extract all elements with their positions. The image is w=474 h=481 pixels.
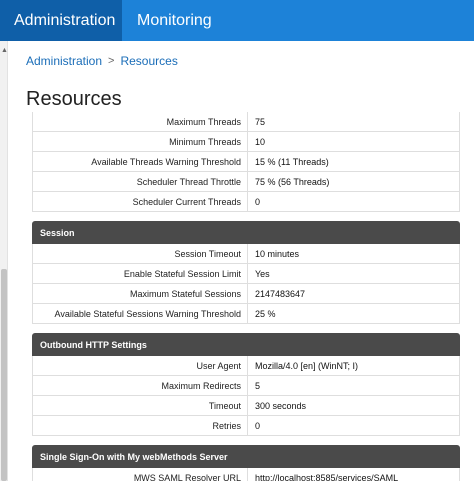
row-value: 75 — [255, 116, 266, 127]
section-header-sso: Single Sign-On with My webMethods Server — [32, 445, 460, 468]
row-value: http://localhost:8585/services/SAML — [255, 472, 399, 481]
left-scrollbar[interactable]: ▲ — [0, 41, 8, 481]
row-value: 15 % (11 Threads) — [255, 156, 329, 167]
row-label: Timeout — [33, 396, 248, 415]
row-label: Maximum Threads — [33, 112, 248, 131]
row-label: User Agent — [33, 356, 248, 375]
section-header-session: Session — [32, 221, 460, 244]
row-value: Mozilla/4.0 [en] (WinNT; I) — [255, 360, 359, 371]
table-row: Retries 0 — [32, 416, 460, 436]
section-header-outbound-http: Outbound HTTP Settings — [32, 333, 460, 356]
row-value: 25 % — [255, 308, 276, 319]
tab-monitoring[interactable]: Monitoring — [123, 0, 226, 41]
row-label: Retries — [33, 416, 248, 435]
table-row: Scheduler Current Threads 0 — [32, 192, 460, 212]
row-value: 2147483647 — [255, 288, 306, 299]
row-label: Available Threads Warning Threshold — [33, 152, 248, 171]
row-label: Enable Stateful Session Limit — [33, 264, 248, 283]
row-value: 0 — [255, 196, 261, 207]
row-label: Available Stateful Sessions Warning Thre… — [33, 304, 248, 323]
table-row: User Agent Mozilla/4.0 [en] (WinNT; I) — [32, 356, 460, 376]
table-row: Available Threads Warning Threshold 15 %… — [32, 152, 460, 172]
table-row: Maximum Stateful Sessions 2147483647 — [32, 284, 460, 304]
table-row: Maximum Threads 75 — [32, 112, 460, 132]
row-label: Scheduler Thread Throttle — [33, 172, 248, 191]
table-row: Minimum Threads 10 — [32, 132, 460, 152]
scrollbar-thumb[interactable] — [1, 269, 7, 481]
page-title: Resources — [26, 88, 122, 110]
row-value: Yes — [255, 268, 270, 279]
row-value: 10 minutes — [255, 248, 300, 259]
table-row: Maximum Redirects 5 — [32, 376, 460, 396]
table-row: Session Timeout 10 minutes — [32, 244, 460, 264]
row-label: Minimum Threads — [33, 132, 248, 151]
table-row: Timeout 300 seconds — [32, 396, 460, 416]
scroll-up-icon[interactable]: ▲ — [1, 47, 8, 54]
resources-content: Maximum Threads 75 Minimum Threads 10 Av… — [32, 112, 460, 481]
breadcrumb: Administration > Resources — [26, 54, 178, 68]
top-navigation: Administration Monitoring — [0, 0, 474, 41]
table-row: Available Stateful Sessions Warning Thre… — [32, 304, 460, 324]
breadcrumb-administration[interactable]: Administration — [26, 54, 102, 68]
row-value: 5 — [255, 380, 261, 391]
breadcrumb-resources[interactable]: Resources — [120, 54, 177, 68]
table-row: Enable Stateful Session Limit Yes — [32, 264, 460, 284]
tab-administration[interactable]: Administration — [0, 0, 122, 41]
row-value: 300 seconds — [255, 400, 307, 411]
row-label: Session Timeout — [33, 244, 248, 263]
row-value: 10 — [255, 136, 266, 147]
row-label: Scheduler Current Threads — [33, 192, 248, 211]
table-row: MWS SAML Resolver URL http://localhost:8… — [32, 468, 460, 481]
row-value: 75 % (56 Threads) — [255, 176, 330, 187]
row-label: Maximum Redirects — [33, 376, 248, 395]
row-label: MWS SAML Resolver URL — [33, 468, 248, 481]
chevron-right-icon: > — [108, 55, 115, 67]
row-value: 0 — [255, 420, 261, 431]
row-label: Maximum Stateful Sessions — [33, 284, 248, 303]
table-row: Scheduler Thread Throttle 75 % (56 Threa… — [32, 172, 460, 192]
